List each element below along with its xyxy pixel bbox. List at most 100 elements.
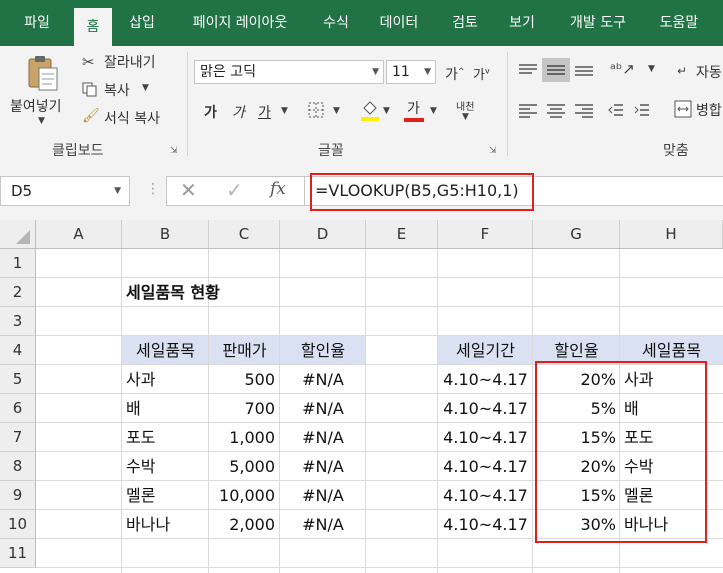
cancel-icon[interactable]: ✕ — [180, 178, 197, 202]
font-color-dropdown-icon[interactable]: ▼ — [430, 106, 437, 116]
tab-view[interactable]: 보기 — [497, 0, 547, 46]
paste-dropdown-icon[interactable]: ▼ — [38, 116, 45, 126]
tab-help[interactable]: 도움말 — [648, 0, 710, 46]
header-cell[interactable]: 세일품목 — [122, 336, 209, 365]
table-cell[interactable]: 500 — [209, 365, 275, 394]
font-color-button[interactable]: 가 — [403, 96, 425, 124]
row-header-9[interactable]: 9 — [0, 481, 36, 510]
table-cell[interactable]: 5,000 — [209, 452, 275, 481]
header-cell[interactable]: 판매가 — [209, 336, 280, 365]
paste-button[interactable]: 붙여넣기 — [10, 96, 62, 116]
tab-page-layout[interactable]: 페이지 레이아웃 — [176, 0, 304, 46]
tab-review[interactable]: 검토 — [440, 0, 490, 46]
format-painter-icon[interactable]: 🖌 — [82, 108, 100, 124]
tab-home[interactable]: 홈 — [74, 8, 112, 46]
column-header-b[interactable]: B — [122, 220, 209, 249]
row-header-7[interactable]: 7 — [0, 423, 36, 452]
copy-dropdown-icon[interactable]: ▼ — [142, 83, 149, 93]
table-cell[interactable]: 4.10~4.17 — [438, 365, 533, 394]
header-cell[interactable]: 세일기간 — [438, 336, 533, 365]
copy-button[interactable]: 복사 — [104, 80, 130, 100]
table-cell[interactable]: 700 — [209, 394, 275, 423]
column-header-e[interactable]: E — [366, 220, 438, 249]
underline-button[interactable]: 가 — [258, 102, 271, 122]
row-header-6[interactable]: 6 — [0, 394, 36, 423]
wrap-text-icon[interactable]: ↵ — [677, 64, 687, 78]
table-cell[interactable]: 4.10~4.17 — [438, 394, 533, 423]
font-name-select[interactable]: 맑은 고딕 ▼ — [194, 60, 384, 84]
table-cell[interactable]: 2,000 — [209, 510, 275, 539]
format-painter-button[interactable]: 서식 복사 — [104, 108, 160, 128]
tab-file[interactable]: 파일 — [0, 0, 74, 46]
clipboard-launcher-icon[interactable]: ⇲ — [170, 146, 178, 156]
table-cell[interactable]: 사과 — [126, 365, 155, 394]
table-cell[interactable]: #N/A — [280, 452, 366, 481]
merge-center-button[interactable]: 병합 — [696, 100, 722, 120]
copy-icon[interactable] — [82, 82, 97, 97]
sheet-title[interactable]: 세일품목 현황 — [126, 278, 220, 307]
table-cell[interactable]: 1,000 — [209, 423, 275, 452]
font-launcher-icon[interactable]: ⇲ — [489, 146, 497, 156]
tab-data[interactable]: 데이터 — [370, 0, 428, 46]
row-header-4[interactable]: 4 — [0, 336, 36, 365]
row-header-2[interactable]: 2 — [0, 278, 36, 307]
paste-icon[interactable] — [26, 54, 60, 94]
insert-function-button[interactable]: fx — [270, 179, 286, 199]
row-header-1[interactable]: 1 — [0, 249, 36, 278]
merge-center-icon[interactable] — [674, 100, 692, 118]
align-right-icon[interactable] — [574, 102, 594, 118]
column-header-c[interactable]: C — [209, 220, 280, 249]
tab-developer[interactable]: 개발 도구 — [556, 0, 640, 46]
align-bottom-icon[interactable] — [574, 62, 594, 78]
bold-button[interactable]: 가 — [204, 102, 217, 122]
table-cell[interactable]: #N/A — [280, 423, 366, 452]
table-cell[interactable]: #N/A — [280, 510, 366, 539]
table-cell[interactable]: 4.10~4.17 — [438, 481, 533, 510]
table-cell[interactable]: 멜론 — [126, 481, 155, 510]
phonetic-button[interactable]: 내천 — [456, 98, 474, 113]
header-cell[interactable]: 할인율 — [280, 336, 366, 365]
table-cell[interactable]: 배 — [126, 394, 141, 423]
tab-insert[interactable]: 삽입 — [117, 0, 167, 46]
tab-formulas[interactable]: 수식 — [312, 0, 360, 46]
select-all-corner[interactable] — [0, 220, 36, 249]
row-header-10[interactable]: 10 — [0, 510, 36, 539]
table-cell[interactable]: #N/A — [280, 481, 366, 510]
column-header-f[interactable]: F — [438, 220, 533, 249]
table-cell[interactable]: #N/A — [280, 394, 366, 423]
table-cell[interactable]: 바나나 — [126, 510, 170, 539]
increase-indent-icon[interactable] — [634, 102, 650, 118]
orientation-dropdown-icon[interactable]: ▼ — [648, 64, 655, 74]
align-top-icon[interactable] — [518, 62, 538, 78]
decrease-indent-icon[interactable] — [608, 102, 624, 118]
table-cell[interactable]: 10,000 — [209, 481, 275, 510]
row-header-11[interactable]: 11 — [0, 539, 36, 568]
row-header-3[interactable]: 3 — [0, 307, 36, 336]
table-cell[interactable]: 4.10~4.17 — [438, 452, 533, 481]
font-size-select[interactable]: 11 ▼ — [386, 60, 436, 84]
align-center-icon[interactable] — [546, 102, 566, 118]
column-header-g[interactable]: G — [533, 220, 620, 249]
table-cell[interactable]: 포도 — [126, 423, 155, 452]
table-cell[interactable]: 4.10~4.17 — [438, 510, 533, 539]
enter-check-icon[interactable]: ✓ — [226, 178, 243, 202]
borders-dropdown-icon[interactable]: ▼ — [333, 106, 340, 116]
row-header-8[interactable]: 8 — [0, 452, 36, 481]
orientation-icon[interactable]: ᵃᵇ↗ — [610, 60, 635, 78]
column-header-d[interactable]: D — [280, 220, 366, 249]
borders-icon[interactable] — [308, 102, 324, 118]
selected-cell-d5[interactable]: #N/A — [280, 365, 366, 394]
underline-dropdown-icon[interactable]: ▼ — [281, 106, 288, 116]
table-cell[interactable]: 4.10~4.17 — [438, 423, 533, 452]
align-middle-icon[interactable] — [542, 58, 570, 82]
wrap-text-button[interactable]: 자동 — [696, 62, 722, 82]
cut-button[interactable]: 잘라내기 — [104, 52, 156, 72]
table-cell[interactable]: 수박 — [126, 452, 155, 481]
fill-color-icon[interactable] — [360, 98, 380, 122]
row-header-5[interactable]: 5 — [0, 365, 36, 394]
scissors-icon[interactable]: ✂ — [82, 53, 95, 71]
grow-font-button[interactable]: 가^ — [445, 64, 465, 84]
name-box[interactable]: D5 ▼ — [0, 176, 130, 206]
column-header-a[interactable]: A — [36, 220, 122, 249]
phonetic-dropdown-icon[interactable]: ▼ — [462, 112, 469, 122]
